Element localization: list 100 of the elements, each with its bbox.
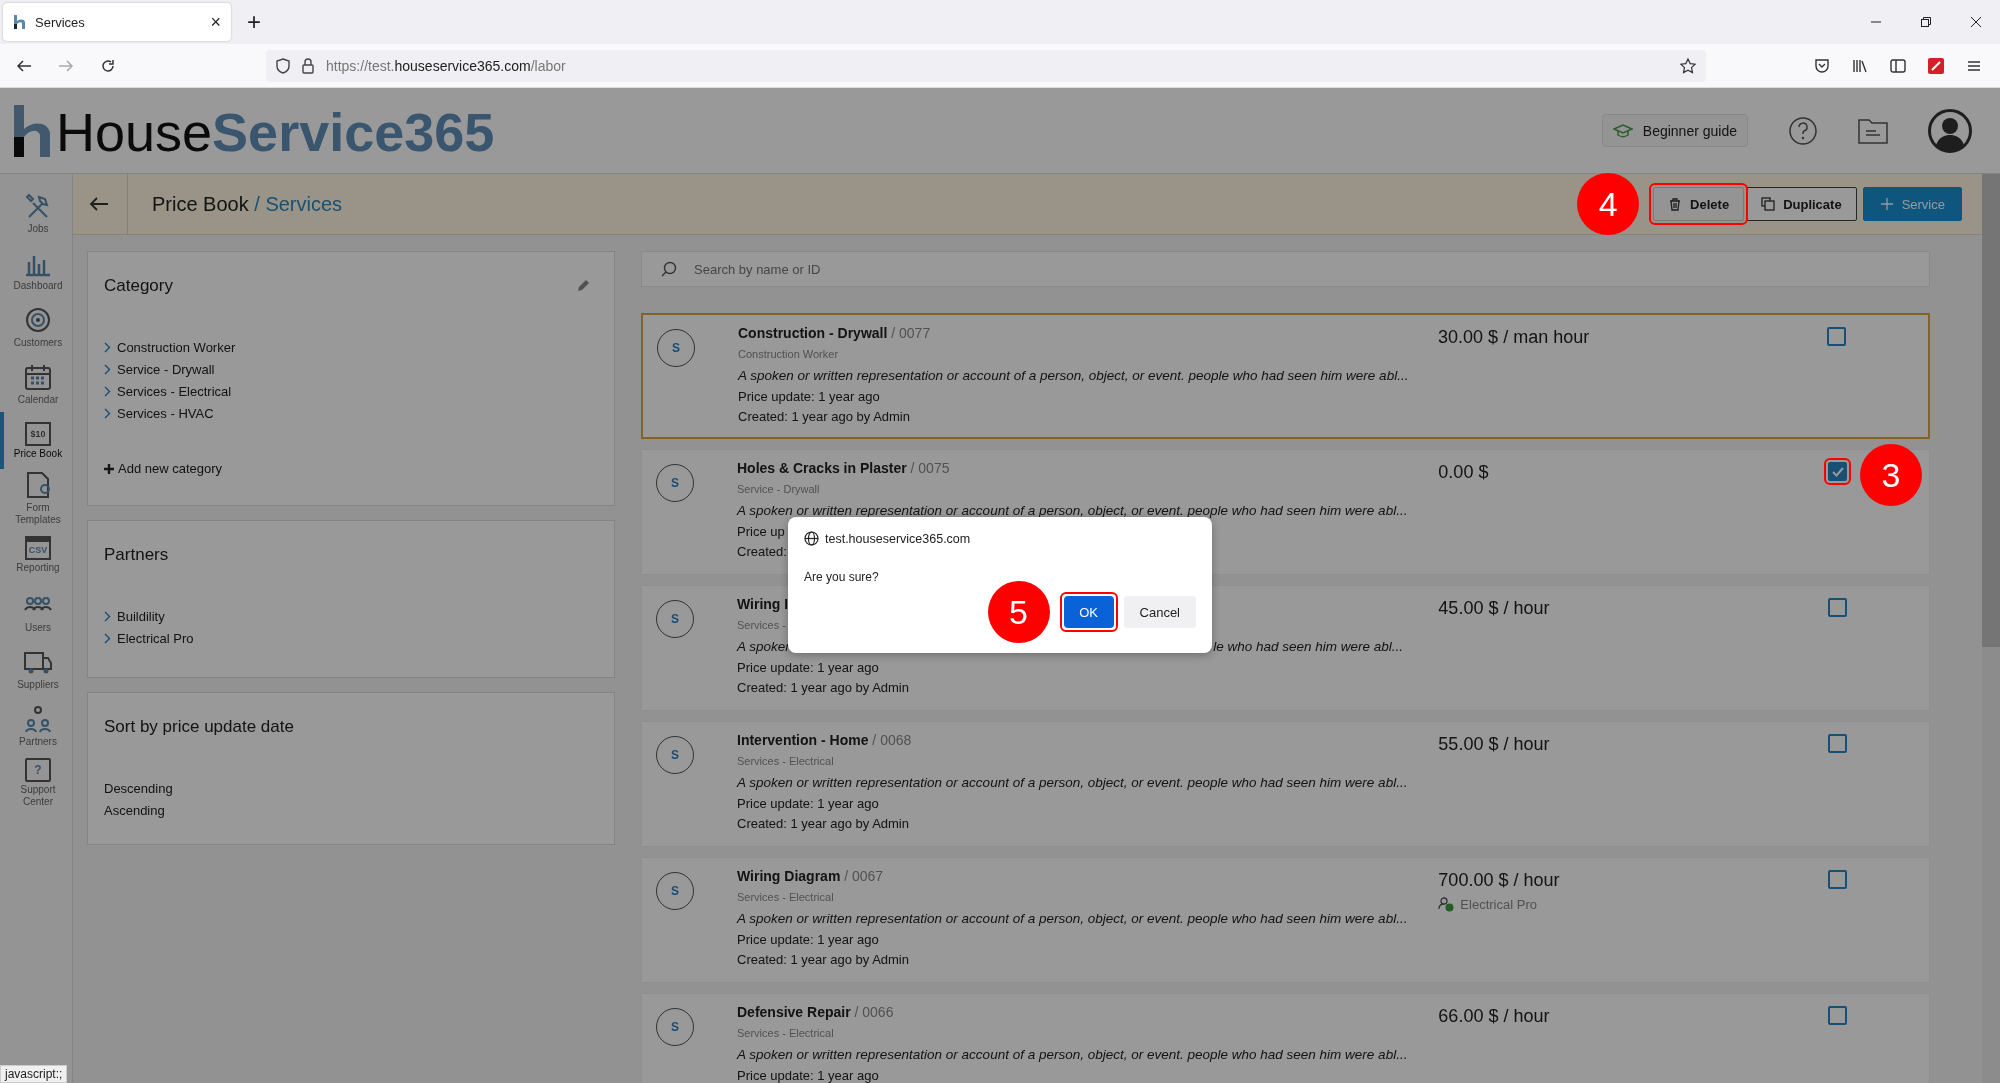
service-price: 55.00 $ / hour <box>1438 734 1551 755</box>
copy-icon <box>1761 197 1776 211</box>
plus-icon <box>104 463 114 474</box>
annotation-marker: 5 <box>987 581 1050 643</box>
filter-option[interactable]: Service - Drywall <box>104 362 598 377</box>
price-update-text: Price up <box>737 523 785 541</box>
browser-tab[interactable]: Services × <box>3 3 231 41</box>
created-text: Created: 1 year ago by Admin <box>737 815 909 833</box>
service-price: 0.00 $ <box>1438 462 1490 483</box>
close-icon[interactable]: × <box>210 13 221 31</box>
sidebar-icon[interactable] <box>1890 57 1906 74</box>
select-checkbox[interactable] <box>1828 462 1847 481</box>
extension-icon[interactable] <box>1928 57 1944 74</box>
delete-button[interactable]: Delete <box>1653 187 1745 221</box>
plus-icon <box>1879 197 1894 211</box>
filter-option[interactable]: Descending <box>104 781 598 796</box>
filter-option[interactable]: Buildility <box>104 609 598 624</box>
duplicate-button[interactable]: Duplicate <box>1746 187 1857 221</box>
service-category: Services - Electrical <box>737 754 834 769</box>
service-category: Service - Drywall <box>737 482 820 497</box>
sidebar-icon: CSV <box>25 535 51 560</box>
restore-icon[interactable] <box>1920 16 1932 28</box>
service-card[interactable] <box>641 313 1930 439</box>
service-description: A spoken or written representation or account of a person, object, or event. people who had seen him were abl... <box>737 911 1408 926</box>
ok-button[interactable]: OK <box>1063 596 1114 628</box>
help-icon[interactable] <box>1788 115 1818 146</box>
scrollbar[interactable] <box>1982 174 2000 1083</box>
sidebar-item[interactable]: Customers <box>0 298 72 355</box>
chevron-icon <box>104 364 111 375</box>
filter-option[interactable]: Ascending <box>104 803 598 818</box>
service-description: A spoken or written representation or account of a person, object, or event. people who had seen him were abl... <box>737 503 1408 518</box>
pencil-icon[interactable] <box>576 279 590 293</box>
pocket-icon[interactable] <box>1814 57 1830 74</box>
address-bar[interactable]: https://test.houseservice365.com/labor <box>266 49 1706 82</box>
shield-icon <box>276 57 290 74</box>
filter-option[interactable]: Services - HVAC <box>104 406 598 421</box>
reload-icon[interactable] <box>100 57 116 74</box>
service-description: A spoken or written representation or account of a person, object, or event. people who had seen him were abl... <box>737 1047 1408 1062</box>
sidebar-item[interactable]: Form Templates <box>0 469 72 526</box>
back-icon[interactable] <box>16 57 32 74</box>
select-checkbox[interactable] <box>1827 327 1846 346</box>
sidebar-item[interactable]: Calendar <box>0 355 72 412</box>
search-field[interactable]: Search by name or ID <box>641 251 1930 287</box>
annotation-frame <box>1824 458 1851 485</box>
created-text: Created: 1 year ago by Admin <box>737 951 909 969</box>
service-price: 700.00 $ / hour <box>1438 870 1561 891</box>
forward-icon[interactable] <box>58 57 74 74</box>
star-icon[interactable] <box>1680 57 1696 74</box>
sidebar-item[interactable]: Suppliers <box>0 640 72 697</box>
panel-title: Category <box>104 276 173 296</box>
cancel-button[interactable]: Cancel <box>1123 596 1196 628</box>
sidebar-item[interactable]: ? Support Center <box>0 754 72 811</box>
service-price: 45.00 $ / hour <box>1438 598 1551 619</box>
chevron-icon <box>104 386 111 397</box>
price-update-text: Price update: 1 year ago <box>737 931 879 949</box>
service-card[interactable]: S Defensive Repair / 0066 Services - Electrical A spoken or written representation or account of a person, object, or event. people who had seen him were abl... Price update: 1 year ago 66.00 $ / hour <box>641 993 1930 1083</box>
service-title: Wiring I <box>737 595 789 614</box>
service-description: A spoken or written representation or account of a person, object, or event. people who had seen him were abl... <box>738 368 1409 383</box>
select-checkbox[interactable] <box>1828 870 1847 889</box>
service-price: 30.00 $ / man hour <box>1438 327 1591 348</box>
service-title: Construction - Drywall / 0077 <box>738 324 931 343</box>
new-tab-button[interactable]: + <box>247 10 261 34</box>
beginner-guide-button[interactable]: Beginner guide <box>1601 114 1748 147</box>
panel-title: Sort by price update date <box>104 717 294 737</box>
add-category-link[interactable]: Add new category <box>104 461 598 476</box>
price-update-text: Price update: 1 year ago <box>737 1067 879 1083</box>
filter-option[interactable]: Electrical Pro <box>104 631 598 646</box>
back-icon[interactable] <box>89 196 109 212</box>
select-checkbox[interactable] <box>1828 734 1847 753</box>
avatar-icon[interactable] <box>1928 108 1972 153</box>
created-text: Created: 1 year ago by Admin <box>738 408 910 426</box>
select-checkbox[interactable] <box>1828 1006 1847 1025</box>
graduation-cap-icon <box>1612 123 1633 138</box>
sidebar-item[interactable]: Jobs <box>0 184 72 241</box>
service-title: Wiring Diagram / 0067 <box>737 867 884 886</box>
select-checkbox[interactable] <box>1828 598 1847 617</box>
folder-icon[interactable] <box>1858 117 1888 144</box>
checkmark-icon <box>1831 466 1844 477</box>
sidebar-item[interactable]: $10 Price Book <box>0 412 72 469</box>
search-icon <box>661 261 677 277</box>
sidebar-item[interactable]: Partners <box>0 697 72 754</box>
service-description: A spoken or written representation or account of a person, object, or event. people who had seen him were abl... <box>737 775 1408 790</box>
status-bar: javascript:; <box>0 1065 68 1083</box>
library-icon[interactable] <box>1852 57 1868 74</box>
filter-option[interactable]: Construction Worker <box>104 340 598 355</box>
sidebar-item[interactable]: Users <box>0 583 72 640</box>
close-icon[interactable] <box>1970 16 1982 28</box>
filter-option[interactable]: Services - Electrical <box>104 384 598 399</box>
tab-title: Services <box>35 14 86 30</box>
sidebar-item[interactable]: Dashboard <box>0 241 72 298</box>
service-title: Defensive Repair / 0066 <box>737 1003 894 1022</box>
price-update-text: Price update: 1 year ago <box>738 388 880 406</box>
sidebar-icon: $10 <box>25 421 51 446</box>
logo-icon <box>13 14 27 30</box>
logo-icon <box>12 102 52 159</box>
sidebar-item[interactable]: CSV Reporting <box>0 526 72 583</box>
price-update-text: Price update: 1 year ago <box>737 659 879 677</box>
partner-icon <box>1438 897 1455 912</box>
price-update-text: Price update: 1 year ago <box>737 795 879 813</box>
logo-text: HouseService365 <box>56 104 495 159</box>
